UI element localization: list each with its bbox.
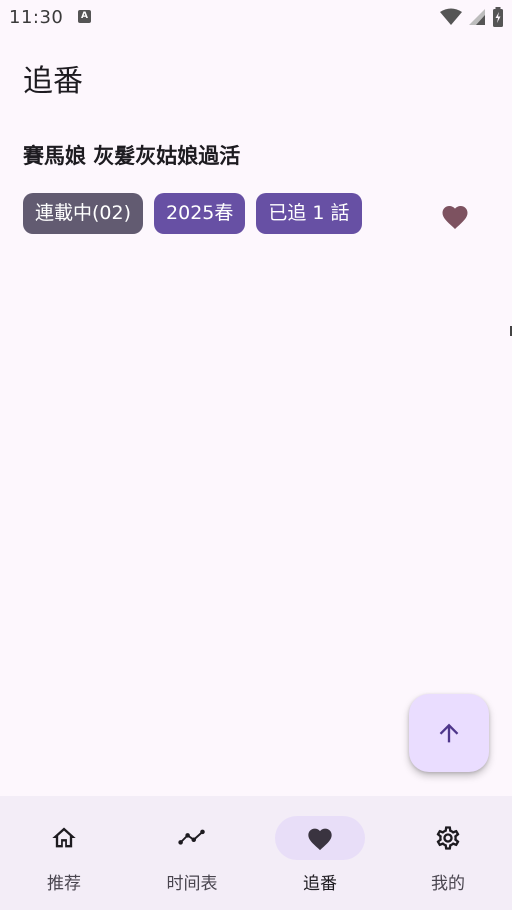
nav-label-mine: 我的 [431,874,465,894]
nav-label-schedule: 时间表 [166,874,218,894]
nav-item-schedule[interactable]: 时间表 [128,796,256,910]
anime-title: 賽馬娘 灰髮灰姑娘過活 [23,144,241,168]
anime-card[interactable]: 賽馬娘 灰髮灰姑娘過活 連載中(02) 2025春 已追 1 話 [0,130,512,250]
nav-item-following[interactable]: 追番 [256,796,384,910]
nav-label-following: 追番 [303,874,337,894]
page-title: 追番 [23,64,83,99]
scroll-to-top-button[interactable] [409,694,489,772]
battery-icon [493,7,503,27]
app-notification-icon: A [78,10,91,23]
status-icons [440,6,504,28]
arrow-up-icon [439,723,459,743]
status-bar: 11:30 A [0,0,512,34]
nav-label-recommend: 推荐 [47,874,81,894]
nav-item-recommend[interactable]: 推荐 [0,796,128,910]
wifi-icon [440,8,462,25]
nav-item-mine[interactable]: 我的 [384,796,512,910]
cell-signal-icon [469,9,485,25]
season-chip: 2025春 [154,193,246,234]
watch-progress-chip: 已追 1 話 [256,193,362,234]
gear-icon [434,824,462,852]
status-time: 11:30 [9,7,64,28]
favorite-button[interactable] [432,194,478,238]
bottom-navigation: 推荐 时间表 追番 我的 [0,796,512,910]
home-icon [50,824,78,852]
chip-row: 連載中(02) 2025春 已追 1 話 [23,193,362,234]
airing-status-chip: 連載中(02) [23,193,144,234]
heart-icon [306,824,334,852]
heart-icon [442,206,468,229]
timeline-icon [178,824,206,852]
